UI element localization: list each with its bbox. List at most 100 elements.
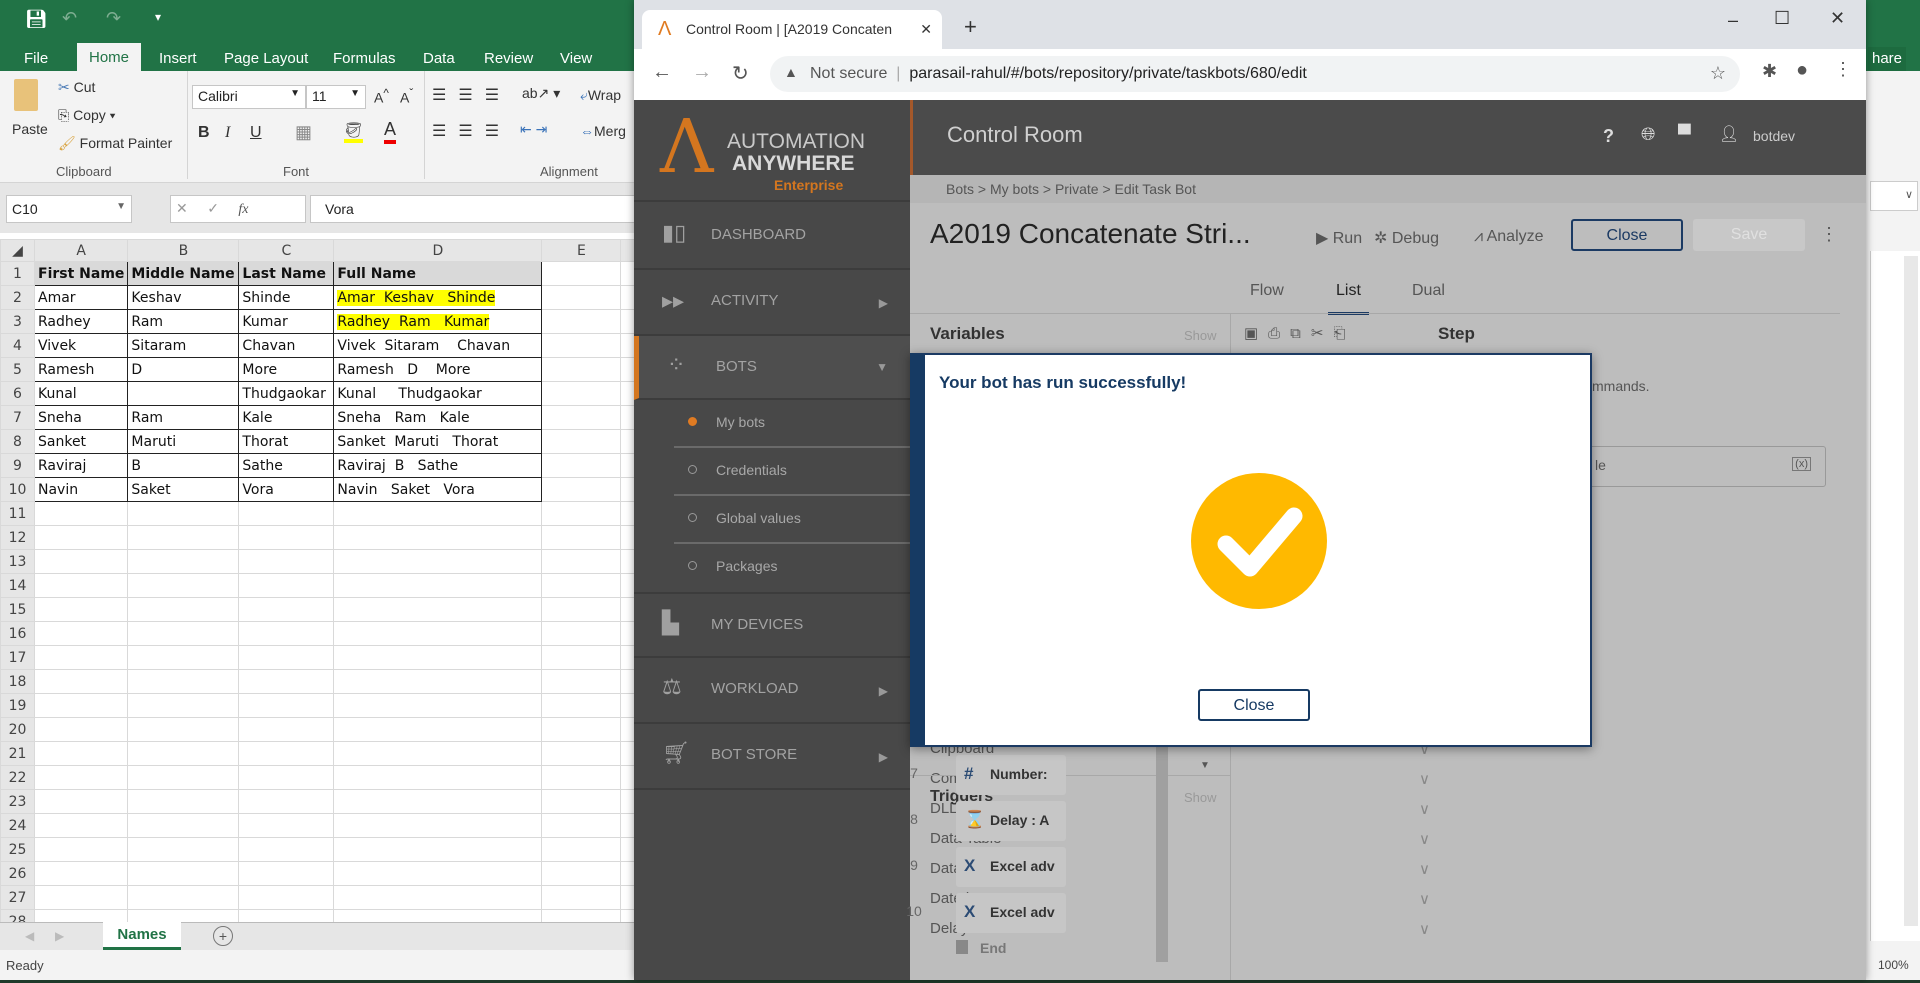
font-size-select[interactable]: 11 ▼ <box>306 85 366 109</box>
cell[interactable]: Vora <box>238 477 335 502</box>
orientation-icon[interactable]: ab↗ ▾ <box>522 85 560 102</box>
run-button[interactable]: ▶ Run <box>1316 228 1362 248</box>
cell[interactable]: Vivek Sitaram Chavan <box>333 333 543 358</box>
row-header[interactable]: 14 <box>0 573 35 598</box>
tab-home[interactable]: Home <box>77 43 142 71</box>
row-header[interactable]: 22 <box>0 765 35 790</box>
cell[interactable]: First Name <box>33 261 129 286</box>
close-window-icon[interactable]: ✕ <box>1830 8 1845 29</box>
cell[interactable]: Radhey <box>33 309 129 334</box>
row-header[interactable]: 18 <box>0 669 35 694</box>
cell[interactable] <box>33 621 129 646</box>
cell[interactable] <box>541 357 622 382</box>
row-header[interactable]: 1 <box>0 261 35 286</box>
help-icon[interactable]: ? <box>1603 126 1614 147</box>
cell[interactable] <box>33 837 129 862</box>
cell[interactable]: Maruti <box>127 429 240 454</box>
step-item[interactable]: X Excel adv <box>956 847 1066 887</box>
cell[interactable] <box>333 717 543 742</box>
cell[interactable] <box>333 549 543 574</box>
cell[interactable] <box>333 765 543 790</box>
tab-insert[interactable]: Insert <box>159 47 197 71</box>
cell[interactable] <box>238 885 335 910</box>
cell[interactable]: Keshav <box>127 285 240 310</box>
cell[interactable] <box>541 597 622 622</box>
cell[interactable] <box>333 813 543 838</box>
reload-icon[interactable]: ↻ <box>732 61 749 86</box>
cell[interactable] <box>238 669 335 694</box>
cell[interactable]: Ramesh D More <box>333 357 543 382</box>
cell[interactable]: Kale <box>238 405 335 430</box>
save-button[interactable]: Save <box>1693 219 1805 251</box>
cell[interactable] <box>33 525 129 550</box>
copy-button[interactable]: ⎘ Copy ▾ <box>58 107 116 124</box>
cancel-icon[interactable]: ✕ <box>176 200 188 216</box>
cell[interactable] <box>127 381 240 406</box>
cell[interactable] <box>541 885 622 910</box>
cell[interactable] <box>333 525 543 550</box>
maximize-icon[interactable]: ☐ <box>1774 8 1790 29</box>
tab-dual[interactable]: Dual <box>1412 282 1445 300</box>
redo-icon[interactable]: ↷ <box>106 8 121 29</box>
cell[interactable] <box>127 885 240 910</box>
cell[interactable] <box>541 573 622 598</box>
column-header[interactable]: D <box>333 239 543 262</box>
row-header[interactable]: 12 <box>0 525 35 550</box>
borders-icon[interactable]: ▦ <box>295 122 312 143</box>
cell[interactable] <box>127 693 240 718</box>
cell[interactable] <box>127 525 240 550</box>
column-header[interactable]: C <box>238 239 335 262</box>
cell[interactable] <box>238 765 335 790</box>
horizontal-align-icons[interactable]: ☰☰☰ <box>432 121 511 141</box>
cell[interactable] <box>541 261 622 286</box>
sheet-tab-names[interactable]: Names <box>103 922 181 950</box>
formula-expand-icon[interactable]: ∨ <box>1870 181 1918 211</box>
cell[interactable]: Ram <box>127 309 240 334</box>
crumb-my-bots[interactable]: My bots <box>990 181 1039 197</box>
step-item[interactable]: # Number: <box>956 755 1066 795</box>
cell[interactable] <box>238 741 335 766</box>
fill-color-icon[interactable]: 🪣︎ <box>344 121 364 143</box>
cell[interactable] <box>333 789 543 814</box>
menu-kebab-icon[interactable]: ⋮ <box>1834 59 1852 80</box>
tab-review[interactable]: Review <box>484 47 533 71</box>
url-text[interactable]: parasail-rahul/#/bots/repository/private… <box>909 65 1307 82</box>
sheet-scroll-right-icon[interactable]: ▶ <box>55 929 64 943</box>
sheet-scroll-left-icon[interactable]: ◀ <box>25 929 34 943</box>
cell[interactable] <box>541 837 622 862</box>
cell[interactable] <box>127 765 240 790</box>
cell[interactable] <box>33 765 129 790</box>
step-toolbar-icons[interactable]: ▣⎙⧉✂⎗ <box>1244 324 1355 342</box>
cell[interactable]: Sneha Ram Kale <box>333 405 543 430</box>
cell[interactable] <box>333 621 543 646</box>
search-field[interactable]: le (x) <box>1574 446 1826 487</box>
cell[interactable] <box>333 597 543 622</box>
cell[interactable] <box>541 429 622 454</box>
name-box[interactable]: C10 ▼ <box>6 195 132 223</box>
close-tab-icon[interactable]: ✕ <box>920 21 932 38</box>
nav-my-devices[interactable]: ▙ MY DEVICES <box>634 592 910 658</box>
cell[interactable] <box>238 813 335 838</box>
paste-button[interactable]: Paste <box>12 121 48 137</box>
dialog-close-button[interactable]: Close <box>1198 689 1310 721</box>
format-painter-button[interactable]: 🖌︎ Format Painter <box>58 135 172 152</box>
cell[interactable] <box>238 501 335 526</box>
row-header[interactable]: 6 <box>0 381 35 406</box>
username[interactable]: botdev <box>1753 128 1795 144</box>
wrap-text-button[interactable]: ⤶Wrap <box>580 87 621 104</box>
debug-button[interactable]: ✲ Debug <box>1374 228 1439 248</box>
row-header[interactable]: 8 <box>0 429 35 454</box>
cell[interactable] <box>333 741 543 766</box>
cell[interactable] <box>541 645 622 670</box>
cell[interactable] <box>333 837 543 862</box>
cell[interactable] <box>33 861 129 886</box>
tab-data[interactable]: Data <box>423 47 455 71</box>
cell[interactable] <box>541 333 622 358</box>
column-header[interactable]: B <box>127 239 240 262</box>
row-header[interactable]: 9 <box>0 453 35 478</box>
back-icon[interactable]: ← <box>652 61 672 84</box>
profile-icon[interactable]: ● <box>1796 59 1808 82</box>
cell[interactable] <box>33 573 129 598</box>
minimize-icon[interactable]: – <box>1728 10 1738 31</box>
cell[interactable] <box>238 645 335 670</box>
